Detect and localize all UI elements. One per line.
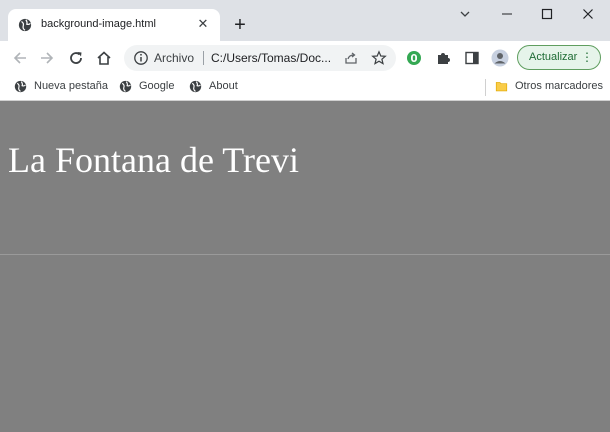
maximize-button[interactable]	[537, 4, 557, 24]
forward-button[interactable]	[37, 48, 57, 68]
maximize-icon	[541, 8, 553, 20]
browser-chrome: background-image.html ✕ + Archivo C:/Use…	[0, 0, 610, 101]
tab-search-dropdown-button[interactable]	[455, 4, 475, 24]
profile-avatar-icon[interactable]	[491, 49, 509, 67]
tab-close-button[interactable]: ✕	[194, 15, 212, 33]
bookmark-label: About	[209, 80, 238, 92]
bookmarks-bar: Nueva pestaña Google About Otros marcado…	[0, 74, 610, 101]
arrow-left-icon	[13, 52, 26, 64]
side-panel-icon[interactable]	[464, 50, 480, 66]
address-bar[interactable]: Archivo C:/Users/Tomas/Doc...	[124, 45, 396, 71]
home-button[interactable]	[94, 48, 114, 68]
page-content: La Fontana de Trevi	[0, 101, 610, 432]
minimize-icon	[502, 13, 512, 15]
globe-icon	[14, 80, 27, 93]
tab-strip: background-image.html ✕ +	[0, 0, 610, 41]
tab-title: background-image.html	[41, 18, 156, 30]
bookmarks-divider	[485, 79, 486, 96]
page-divider	[0, 254, 610, 255]
arrow-right-icon	[41, 52, 54, 64]
minimize-button[interactable]	[497, 4, 517, 24]
toolbar: Archivo C:/Users/Tomas/Doc... Actualizar…	[0, 41, 610, 74]
update-button-label: Actualizar	[529, 51, 578, 63]
reload-button[interactable]	[66, 48, 86, 68]
extensions-puzzle-icon[interactable]	[435, 50, 451, 66]
info-icon[interactable]	[133, 50, 149, 66]
new-tab-button[interactable]: +	[230, 15, 250, 35]
close-window-button[interactable]	[578, 4, 598, 24]
reload-icon	[70, 52, 82, 64]
globe-icon	[119, 80, 132, 93]
globe-icon	[189, 80, 202, 93]
more-menu-icon[interactable]: ⋮	[581, 50, 593, 64]
share-icon[interactable]	[343, 50, 359, 66]
page-heading: La Fontana de Trevi	[8, 140, 299, 180]
back-button[interactable]	[10, 48, 30, 68]
bookmark-label: Google	[139, 80, 175, 92]
chevron-down-icon	[460, 11, 470, 17]
close-icon	[583, 9, 593, 19]
bookmark-label: Nueva pestaña	[34, 80, 108, 92]
update-button[interactable]: Actualizar ⋮	[517, 45, 601, 70]
star-icon[interactable]	[371, 50, 387, 66]
tab-active[interactable]: background-image.html ✕	[8, 9, 220, 41]
site-info-label[interactable]: Archivo	[154, 51, 194, 65]
globe-icon	[18, 18, 32, 32]
folder-icon	[495, 82, 508, 92]
bookmark-label: Otros marcadores	[515, 80, 604, 92]
omnibox-separator	[203, 51, 204, 65]
extension-badge-icon[interactable]	[406, 50, 422, 66]
home-icon	[97, 51, 111, 65]
url-text[interactable]: C:/Users/Tomas/Doc...	[211, 51, 331, 65]
